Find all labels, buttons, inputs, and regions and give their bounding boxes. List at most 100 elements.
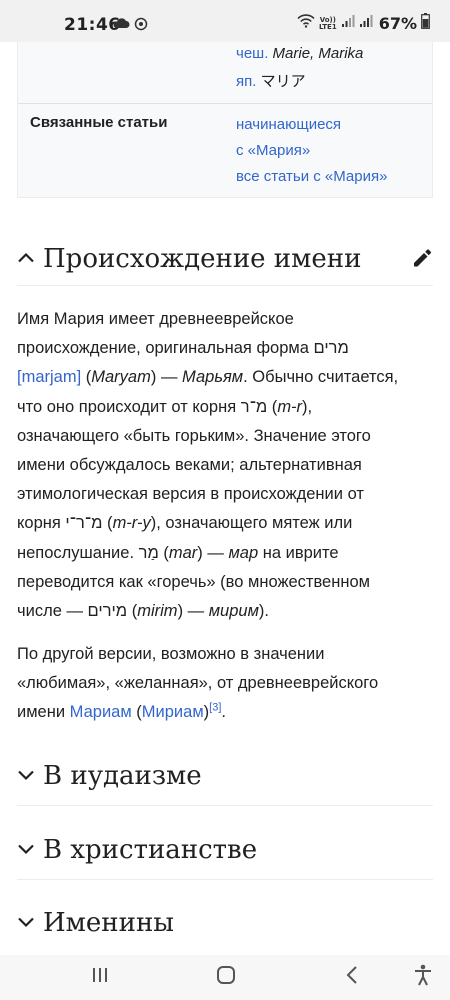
battery-percent: 67%	[378, 14, 417, 33]
accessibility-icon[interactable]	[412, 963, 434, 992]
infobox-row-japanese: яп. マリア	[236, 68, 363, 96]
section-christianity-title: В христианстве	[43, 835, 258, 865]
p2-l3-open: (	[131, 703, 142, 722]
p1-l2-text: происхождение, оригинальная форма	[17, 339, 314, 358]
chevron-down-icon[interactable]	[17, 913, 43, 933]
status-bar: 21:46 Vo)) LTE1 67%	[0, 0, 450, 42]
hebrew-mar: מַר	[138, 543, 159, 562]
mar-cyrillic: мар	[228, 543, 259, 562]
root-mry-latin: m-r-y	[112, 514, 151, 533]
infobox: чеш. Marie, Marika яп. マリア Связанные ста…	[17, 42, 433, 198]
reference-link[interactable]: [3]	[209, 702, 221, 714]
section-origin-header[interactable]: Происхождение имени	[17, 233, 433, 285]
p1-l11-mid: ) —	[177, 602, 209, 621]
volte-bottom: LTE1	[318, 22, 337, 31]
cloud-icon	[112, 16, 130, 34]
hebrew-miriam: מרים	[313, 339, 349, 358]
related-articles-links: начинающиеся с «Мария» все статьи с «Мар…	[236, 112, 387, 190]
section-judaism-header[interactable]: В иудаизме	[17, 747, 433, 805]
p1-l4-close: ),	[302, 397, 313, 416]
recent-apps-icon[interactable]	[90, 965, 110, 990]
hebrew-root-mr: מ־ר	[240, 397, 268, 416]
chevron-up-icon[interactable]	[17, 249, 43, 269]
maryam-latin: Maryam	[91, 368, 151, 387]
chevron-down-icon[interactable]	[17, 840, 43, 860]
section-nameday: Именины	[17, 895, 433, 950]
japanese-variant: マリア	[260, 73, 306, 90]
lang-japanese-link[interactable]: яп.	[236, 73, 256, 90]
p1-l8-text: корня	[17, 514, 66, 533]
p1-line-11: числе — מירים (mirim) — мирим).	[17, 597, 433, 626]
p1-l3-mid: ) —	[150, 368, 183, 387]
p1-line-9: непослушание. מַר (mar) — мар на иврите	[17, 539, 433, 568]
p1-l11-open: (	[127, 602, 138, 621]
p1-line-3: [marjam] (Maryam) — Марьям. Обычно счита…	[17, 363, 433, 392]
p1-l4-open: (	[267, 397, 278, 416]
section-christianity: В христианстве	[17, 821, 433, 880]
mar-latin: mar	[168, 543, 198, 562]
p1-l3-rest: . Обычно считается,	[243, 368, 399, 387]
p1-l9-rest: на иврите	[258, 543, 339, 562]
p2-line-1: По другой версии, возможно в значении	[17, 645, 325, 663]
origin-paragraph-2: По другой версии, возможно в значении «л…	[17, 640, 433, 728]
p2-l3-end: .	[221, 703, 226, 722]
p1-l9-mid: ) —	[197, 543, 229, 562]
section-origin: Происхождение имени	[17, 233, 433, 286]
chevron-down-icon[interactable]	[17, 766, 43, 786]
section-judaism: В иудаизме	[17, 747, 433, 806]
signal-icon-2	[359, 14, 373, 33]
root-mr-latin: m-r	[277, 397, 303, 416]
related-link-starting[interactable]: начинающиеся	[236, 116, 341, 133]
hebrew-mirim: מירים	[87, 602, 128, 621]
p1-line-1: Имя Мария имеет древнееврейское	[17, 310, 294, 328]
section-nameday-header[interactable]: Именины	[17, 895, 433, 950]
maryam-cyrillic: Марьям	[182, 368, 244, 387]
lang-czech-link[interactable]: чеш.	[236, 45, 268, 62]
section-nameday-title: Именины	[43, 907, 174, 938]
origin-paragraph-1: Имя Мария имеет древнееврейское происхож…	[17, 305, 433, 626]
home-icon[interactable]	[215, 964, 237, 991]
p1-line-6: имени обсуждалось веками; альтернативная	[17, 456, 362, 475]
infobox-language-variants: чеш. Marie, Marika яп. マリア	[236, 42, 363, 96]
related-articles-label: Связанные статьи	[30, 114, 168, 131]
p1-line-10: переводится как «горечь» (во множественн…	[17, 572, 370, 591]
infobox-divider	[18, 103, 432, 104]
hebrew-root-mry: מ־ר־י	[65, 514, 103, 533]
czech-variant: Marie, Marika	[272, 45, 364, 62]
system-navigation-bar	[0, 955, 450, 1000]
section-origin-title: Происхождение имени	[43, 244, 362, 274]
p1-l9-open: (	[158, 543, 169, 562]
signal-icon	[341, 14, 355, 33]
miriam-link[interactable]: Мириам	[142, 703, 204, 721]
battery-icon	[421, 13, 430, 34]
section-christianity-header[interactable]: В христианстве	[17, 821, 433, 879]
p1-l3-open: (	[81, 368, 92, 387]
pencil-icon[interactable]	[411, 247, 433, 274]
mirim-latin: mirim	[137, 602, 178, 621]
section-judaism-title: В иудаизме	[43, 761, 202, 791]
status-right-group: Vo)) LTE1 67%	[297, 13, 430, 34]
p1-line-5: означающего «быть горьким». Значение это…	[17, 426, 371, 445]
p2-line-2: «любимая», «желанная», от древнееврейско…	[17, 674, 379, 693]
p1-l11-text: числе —	[17, 602, 88, 621]
mariam-link[interactable]: Мариам	[70, 703, 132, 721]
p1-line-8: корня מ־ר־י (m-r-y), означающего мятеж и…	[17, 509, 433, 538]
p1-line-4: что оно происходит от корня מ־ר (m-r),	[17, 393, 433, 422]
p1-l11-close: ).	[258, 602, 269, 621]
p2-line-3: имени Мариам (Мириам)[3].	[17, 698, 433, 727]
wifi-icon	[297, 14, 315, 33]
p1-line-2: происхождение, оригинальная форма מרים	[17, 334, 433, 363]
transcription-link[interactable]: [marjam]	[17, 368, 81, 386]
p1-l4-text: что оно происходит от корня	[17, 397, 241, 416]
related-link-all-articles[interactable]: все статьи с «Мария»	[236, 168, 387, 185]
notification-dots-icon	[134, 17, 148, 34]
related-link-with-maria[interactable]: с «Мария»	[236, 142, 310, 159]
p1-l8-rest: ), означающего мятеж или	[150, 514, 353, 533]
p2-l3-text: имени	[17, 703, 70, 722]
back-icon[interactable]	[342, 964, 362, 991]
p1-line-7: этимологическая версия в происхождении о…	[17, 485, 364, 504]
mirim-cyrillic: мирим	[208, 602, 259, 621]
volte-indicator: Vo)) LTE1	[318, 16, 337, 31]
p1-l9-text: непослушание.	[17, 543, 139, 562]
infobox-row-czech: чеш. Marie, Marika	[236, 42, 363, 68]
